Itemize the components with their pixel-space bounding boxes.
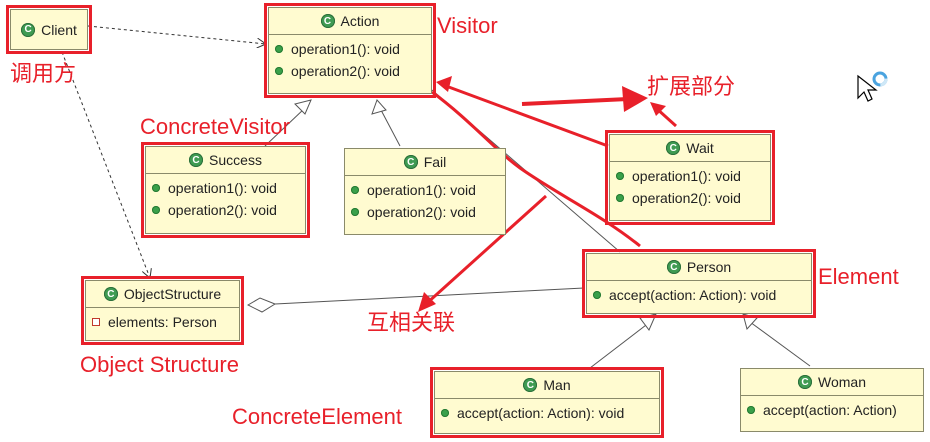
success-class[interactable]: C Success operation1(): void operation2(… (141, 142, 310, 238)
objectstructure-header: C ObjectStructure (86, 281, 239, 308)
action-op-1: operation1(): void (275, 38, 427, 60)
class-icon: C (103, 287, 118, 301)
visitor-label: Visitor (437, 13, 498, 38)
woman-header: C Woman (741, 369, 923, 396)
public-method-icon (593, 291, 601, 299)
woman-class[interactable]: C Woman accept(action: Action) (740, 368, 924, 432)
person-name: Person (686, 259, 732, 275)
class-icon: C (403, 155, 418, 169)
public-method-icon (351, 186, 359, 194)
extension-red-arrowhead (622, 86, 648, 112)
wait-header: C Wait (610, 135, 770, 162)
man-name: Man (543, 377, 571, 393)
man-class[interactable]: C Man accept(action: Action): void (430, 367, 664, 438)
fail-generalization-head (371, 99, 387, 115)
public-method-icon (152, 206, 160, 214)
concrete-visitor-label: ConcreteVisitor (140, 114, 290, 139)
class-icon: C (21, 22, 36, 37)
mutual-red-arrowhead (418, 292, 436, 312)
action-op-2: operation2(): void (275, 60, 427, 82)
woman-generalization (749, 321, 811, 367)
public-method-icon (747, 406, 755, 414)
object-structure-label: Object Structure (80, 352, 239, 377)
public-method-icon (152, 184, 160, 192)
aggregation-diamond (246, 297, 277, 313)
wait-class[interactable]: C Wait operation1(): void operation2(): … (605, 130, 775, 225)
client-action-dependency (87, 25, 266, 44)
action-header: C Action (269, 8, 431, 35)
mouse-cursor-icon (856, 70, 890, 109)
extension-red-arrow (521, 97, 629, 106)
wait-op-2: operation2(): void (616, 187, 766, 209)
concrete-element-label: ConcreteElement (232, 404, 402, 429)
fail-generalization (380, 109, 401, 147)
wait-to-action-red-arrow (445, 84, 609, 148)
public-method-icon (616, 172, 624, 180)
public-method-icon (275, 45, 283, 53)
objectstructure-class[interactable]: C ObjectStructure elements: Person (81, 276, 244, 345)
success-op-2: operation2(): void (152, 199, 301, 221)
success-op-1: operation1(): void (152, 177, 301, 199)
public-method-icon (616, 194, 624, 202)
objectstructure-name: ObjectStructure (123, 286, 222, 302)
fail-op-1: operation1(): void (351, 179, 501, 201)
person-class[interactable]: C Person accept(action: Action): void (582, 249, 816, 318)
action-name: Action (340, 13, 380, 29)
class-icon: C (320, 14, 335, 28)
person-op-1: accept(action: Action): void (593, 284, 807, 306)
woman-op-1: accept(action: Action) (747, 399, 919, 421)
mutual-association-label: 互相关联 (367, 310, 456, 335)
client-name: Client (41, 21, 77, 38)
public-method-icon (275, 67, 283, 75)
fail-class[interactable]: C Fail operation1(): void operation2(): … (344, 148, 506, 235)
extension-label: 扩展部分 (647, 74, 736, 99)
wait-to-action-red-arrowhead (436, 76, 452, 92)
public-method-icon (441, 409, 449, 417)
success-header: C Success (146, 147, 305, 174)
wait-name: Wait (686, 140, 714, 156)
action-class[interactable]: C Action operation1(): void operation2()… (264, 3, 436, 98)
fail-op-2: operation2(): void (351, 201, 501, 223)
woman-name: Woman (818, 374, 866, 390)
client-header: C Client (11, 10, 87, 49)
woman-generalization-head (742, 313, 758, 331)
private-field-icon (92, 318, 100, 326)
public-method-icon (351, 208, 359, 216)
man-generalization (589, 321, 651, 369)
class-icon: C (666, 260, 681, 274)
client-class[interactable]: C Client (6, 5, 92, 54)
man-header: C Man (435, 372, 659, 399)
element-label: Element (818, 264, 899, 289)
class-icon: C (523, 378, 538, 392)
class-icon: C (798, 375, 812, 389)
class-icon: C (189, 153, 204, 167)
person-header: C Person (587, 254, 811, 281)
class-icon: C (666, 141, 681, 155)
wait-op-1: operation1(): void (616, 165, 766, 187)
fail-name: Fail (423, 154, 447, 170)
objectstructure-field-1: elements: Person (92, 311, 235, 333)
man-op-1: accept(action: Action): void (441, 402, 655, 424)
caller-label: 调用方 (10, 61, 77, 86)
fail-header: C Fail (345, 149, 505, 176)
success-generalization-head (294, 99, 312, 115)
success-name: Success (209, 152, 262, 168)
